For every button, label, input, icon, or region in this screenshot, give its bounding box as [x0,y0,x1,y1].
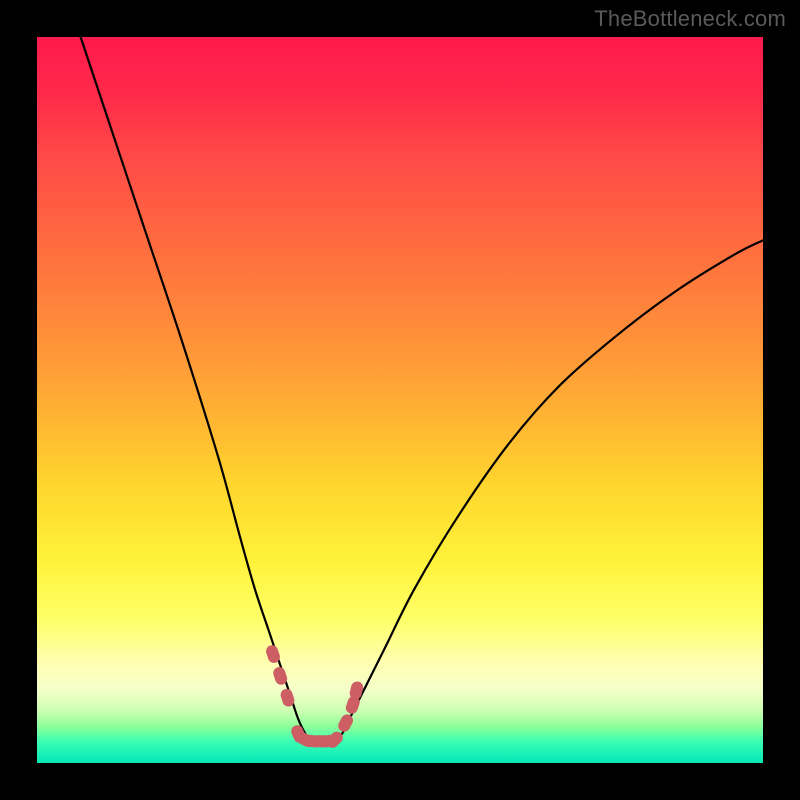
watermark-text: TheBottleneck.com [594,6,786,32]
curve-layer [37,37,763,763]
chart-frame: TheBottleneck.com [0,0,800,800]
plot-area [37,37,763,763]
bottleneck-curve [81,37,763,742]
